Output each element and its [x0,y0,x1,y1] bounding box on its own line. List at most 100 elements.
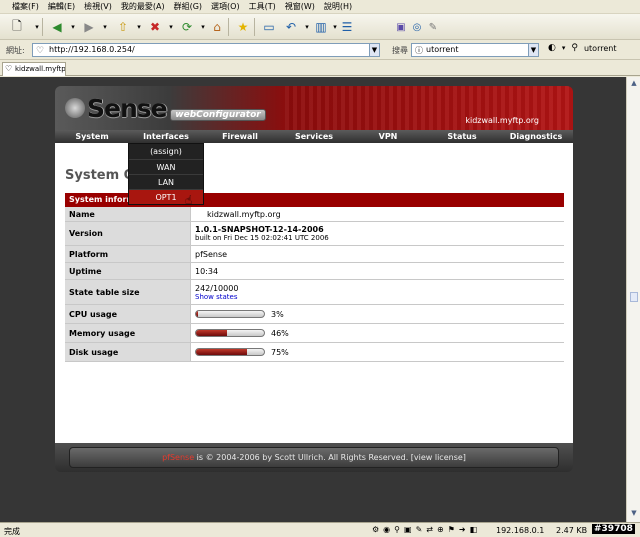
table-row: Uptime 10:34 [65,263,564,280]
image-icon[interactable]: ▣ [404,525,412,534]
menu-window[interactable]: 視窗(W) [285,1,315,12]
table-row: State table size 242/10000 Show states [65,280,564,305]
watermark: #39708 [592,524,635,534]
search-label: 搜尋 [392,46,408,55]
table-row: Platform pfSense [65,246,564,263]
pfsense-logo-icon [65,98,85,118]
row-value-platform: pfSense [195,249,228,259]
search-go-icon[interactable]: ⚲ [571,43,578,53]
globe-dropdown-icon[interactable]: ▾ [562,44,566,52]
nav-interfaces[interactable]: Interfaces [129,130,203,143]
row-value-version-built: built on Fri Dec 15 02:02:41 UTC 2006 [195,234,329,242]
tab-title: kidzwall.myftp... [15,65,66,73]
menu-view[interactable]: 檢視(V) [84,1,112,12]
nav-diagnostics[interactable]: Diagnostics [499,130,573,143]
menu-favorites[interactable]: 我的最愛(A) [121,1,165,12]
arrow-icon[interactable]: ➜ [459,525,466,534]
disk-usage-bar [195,348,265,356]
address-url: http://192.168.0.254/ [49,45,135,54]
nav-system[interactable]: System [55,130,129,143]
flag-icon[interactable]: ⚑ [448,525,455,534]
menu-tools[interactable]: 工具(T) [249,1,276,12]
table-row: CPU usage 3% [65,305,564,324]
interfaces-dropdown: (assign) WAN LAN OPT1 [128,143,204,205]
new-page-icon[interactable]: 🗋 [8,18,26,36]
toolbar: 🗋 ▾ ◀ ▾ ▶ ▾ ⇧ ▾ ✖ ▾ ⟳ ▾ ⌂ ★ ▭ ↶ ▾ ▥ ▾ ☰ … [0,14,640,40]
main-nav: System Interfaces Firewall Services VPN … [55,130,573,143]
hostname: kidzwall.myftp.org [465,116,539,125]
tools-icon[interactable]: ✎ [424,18,442,36]
home-icon[interactable]: ⌂ [208,18,226,36]
dropdown-item-assign[interactable]: (assign) [129,144,203,159]
row-label-cpu: CPU usage [65,305,191,323]
status-text: 完成 [4,527,20,536]
scroll-down-icon[interactable]: ▼ [629,509,639,519]
nav-firewall[interactable]: Firewall [203,130,277,143]
status-size: 2.47 KB [556,526,588,535]
cookie-icon[interactable]: ◉ [383,525,390,534]
row-value-name: kidzwall.myftp.org [207,209,281,219]
show-states-link[interactable]: Show states [195,293,564,301]
nav-vpn[interactable]: VPN [351,130,425,143]
dropdown-item-lan[interactable]: LAN [129,174,203,189]
row-value-memory: 46% [271,328,289,338]
row-label-version: Version [65,222,191,245]
scroll-thumb[interactable] [630,292,638,302]
footer-brand[interactable]: pfSense [162,453,194,462]
forward-dropdown-icon[interactable]: ▾ [96,18,114,36]
system-info-table: System information Name kidzwall.myftp.o… [65,193,564,362]
menu-groups[interactable]: 群組(G) [174,1,202,12]
menu-help[interactable]: 說明(H) [324,1,352,12]
network-icon[interactable]: ⇄ [426,525,433,534]
search-status-icon[interactable]: ⚲ [394,525,400,534]
menu-bar: 檔案(F) 編輯(E) 檢視(V) 我的最愛(A) 群組(G) 選項(O) 工具… [0,0,640,14]
address-label: 網址: [6,46,25,55]
search-engine-icon: ⓘ [415,46,423,55]
pfsense-footer: pfSense is © 2004-2006 by Scott Ullrich.… [55,443,573,472]
menu-options[interactable]: 選項(O) [211,1,240,12]
vertical-scrollbar[interactable]: ▲ ▼ [626,77,640,522]
zoom-icon[interactable]: ⊕ [437,525,444,534]
pfsense-logo[interactable]: Sense [65,94,168,123]
search-buttons: ◐ ▾ ⚲ utorrent [548,43,616,53]
row-label-name: Name [65,207,191,221]
footer-text: pfSense is © 2004-2006 by Scott Ullrich.… [69,447,559,468]
list-icon[interactable]: ☰ [338,18,356,36]
row-label-platform: Platform [65,246,191,262]
row-label-disk: Disk usage [65,343,191,361]
footer-copyright: is © 2004-2006 by Scott Ullrich. All Rig… [194,453,466,462]
hand-cursor-icon: ☝ [185,193,193,207]
globe-icon[interactable]: ◐ [548,43,556,53]
favorites-star-icon[interactable]: ★ [234,18,252,36]
row-value-cpu: 3% [271,309,284,319]
window-icon[interactable]: ▭ [260,18,278,36]
new-dropdown-icon[interactable]: ▾ [28,18,46,36]
row-value-disk: 75% [271,347,289,357]
menu-edit[interactable]: 編輯(E) [48,1,75,12]
row-value-state-table: 242/10000 [195,283,239,293]
address-bar: 網址: ♡ http://192.168.0.254/ ▼ 搜尋 ⓘ utorr… [0,40,640,60]
scroll-up-icon[interactable]: ▲ [629,79,639,89]
status-icons: ⚙ ◉ ⚲ ▣ ✎ ⇄ ⊕ ⚑ ➜ ◧ [372,525,477,534]
tab-site-icon: ♡ [5,64,13,73]
tab-kidzwall[interactable]: ♡ kidzwall.myftp... [2,62,66,76]
menu-file[interactable]: 檔案(F) [12,1,39,12]
address-input[interactable]: ♡ http://192.168.0.254/ [32,43,380,57]
lock-icon[interactable]: ◧ [470,525,478,534]
site-icon: ♡ [36,46,45,56]
nav-status[interactable]: Status [425,130,499,143]
webconfigurator-badge: webConfigurator [170,109,266,121]
gear-icon[interactable]: ⚙ [372,525,379,534]
address-dropdown-icon[interactable]: ▼ [369,43,380,57]
table-row: Disk usage 75% [65,343,564,362]
search-go-label[interactable]: utorrent [584,44,617,53]
nav-services[interactable]: Services [277,130,351,143]
search-dropdown-icon[interactable]: ▼ [528,43,539,57]
dropdown-item-wan[interactable]: WAN [129,159,203,174]
row-value-uptime: 10:34 [195,266,219,276]
search-query: utorrent [426,45,459,54]
page-viewport: Sense webConfigurator kidzwall.myftp.org… [0,77,626,522]
script-icon[interactable]: ✎ [416,525,423,534]
search-input[interactable]: ⓘ utorrent [411,43,539,57]
tab-bar: ♡ kidzwall.myftp... [0,60,640,76]
